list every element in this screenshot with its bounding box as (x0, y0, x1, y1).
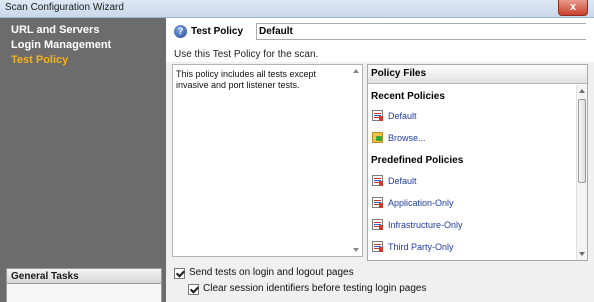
folder-open-icon (372, 132, 383, 143)
general-tasks-panel (6, 284, 162, 302)
test-policy-label: Test Policy (191, 26, 244, 37)
close-button[interactable]: x (558, 0, 588, 16)
scroll-up-arrow-icon[interactable] (353, 69, 359, 73)
policy-files-scrollbar[interactable] (576, 85, 587, 260)
sidebar-item-url-and-servers[interactable]: URL and Servers (11, 24, 99, 36)
file-link-label: Default (388, 111, 417, 121)
use-policy-text: Use this Test Policy for the scan. (174, 49, 319, 60)
scrollbar-thumb[interactable] (578, 99, 586, 183)
send-tests-checkbox[interactable] (174, 268, 185, 279)
policy-files-panel: Policy Files Recent Policies Default Bro… (367, 64, 588, 261)
policy-doc-icon (372, 175, 383, 186)
file-link-label: Infrastructure-Only (388, 220, 463, 230)
policy-header-area: ? Test Policy Default Use this Test Poli… (166, 18, 594, 62)
file-link-label: Application-Only (388, 198, 454, 208)
policy-files-title: Policy Files (368, 65, 587, 84)
recent-policies-label: Recent Policies (371, 91, 445, 102)
clear-session-checkbox[interactable] (188, 284, 199, 295)
scroll-down-arrow-icon[interactable] (579, 252, 585, 256)
policy-doc-icon (372, 219, 383, 230)
sidebar-item-login-management[interactable]: Login Management (11, 39, 111, 51)
scroll-up-arrow-icon[interactable] (579, 89, 585, 93)
wizard-sidebar: URL and Servers Login Management Test Po… (0, 18, 166, 302)
file-link-label: Third Party-Only (388, 242, 454, 252)
help-icon[interactable]: ? (174, 25, 187, 38)
file-link-label: Default (388, 176, 417, 186)
main-content: ? Test Policy Default Use this Test Poli… (166, 18, 594, 302)
scroll-down-arrow-icon[interactable] (353, 248, 359, 252)
clear-session-label: Clear session identifiers before testing… (203, 283, 427, 294)
policy-description-box[interactable]: This policy includes all tests except in… (172, 64, 363, 257)
policy-description-text: This policy includes all tests except in… (176, 69, 317, 90)
general-tasks-header[interactable]: General Tasks (6, 268, 162, 284)
predefined-policies-label: Predefined Policies (371, 155, 464, 166)
sidebar-item-test-policy[interactable]: Test Policy (11, 54, 68, 66)
policy-doc-icon (372, 197, 383, 208)
window-title: Scan Configuration Wizard (5, 2, 124, 13)
file-link-label: Browse... (388, 133, 426, 143)
policy-doc-icon (372, 241, 383, 252)
description-scrollbar[interactable] (351, 65, 362, 256)
send-tests-label: Send tests on login and logout pages (189, 267, 354, 278)
policy-doc-icon (372, 110, 383, 121)
window-titlebar: Scan Configuration Wizard x (0, 0, 594, 18)
test-policy-field[interactable]: Default (256, 23, 586, 40)
